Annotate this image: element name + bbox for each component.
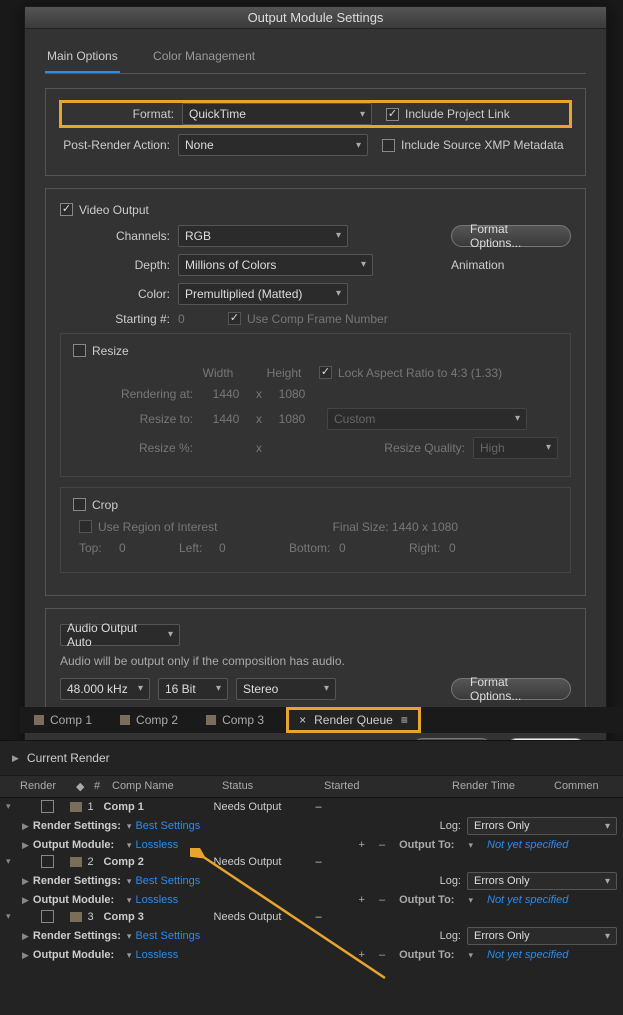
dialog-title: Output Module Settings xyxy=(25,7,606,29)
output-module-link[interactable]: Lossless xyxy=(135,894,178,906)
log-select[interactable]: Errors Only xyxy=(467,817,617,835)
add-output-icon[interactable]: + xyxy=(359,839,365,851)
log-select[interactable]: Errors Only xyxy=(467,927,617,945)
channels-label: Channels: xyxy=(60,229,170,243)
add-output-icon[interactable]: + xyxy=(359,949,365,961)
starting-num-label: Starting #: xyxy=(60,312,170,326)
output-to-link[interactable]: Not yet specified xyxy=(487,894,617,906)
queue-row[interactable]: ▾1Comp 1Needs Output– xyxy=(0,798,623,815)
audio-channels-select[interactable]: Stereo xyxy=(236,678,336,700)
video-format-options-button[interactable]: Format Options... xyxy=(451,225,571,247)
tab-main-options[interactable]: Main Options xyxy=(45,43,120,73)
tab-comp-2[interactable]: Comp 2 xyxy=(106,707,192,733)
audio-format-options-button[interactable]: Format Options... xyxy=(451,678,571,700)
lock-aspect-checkbox: Lock Aspect Ratio to 4:3 (1.33) xyxy=(319,366,502,380)
audio-rate-select[interactable]: 48.000 kHz xyxy=(60,678,150,700)
chevron-down-icon[interactable]: ▾ xyxy=(6,911,11,922)
channels-select[interactable]: RGB xyxy=(178,225,348,247)
tab-color-management[interactable]: Color Management xyxy=(151,43,257,71)
add-output-icon[interactable]: + xyxy=(359,894,365,906)
dialog-tabs: Main Options Color Management xyxy=(45,43,586,74)
resize-quality-select: High xyxy=(473,437,558,459)
queue-item: ▾3Comp 3Needs Output–▶Render Settings:▾B… xyxy=(0,908,623,963)
color-label: Color: xyxy=(60,287,170,301)
render-checkbox[interactable] xyxy=(41,855,54,868)
post-render-select[interactable]: None xyxy=(178,134,368,156)
chevron-right-icon[interactable]: ▶ xyxy=(22,895,29,906)
depth-select[interactable]: Millions of Colors xyxy=(178,254,373,276)
render-checkbox[interactable] xyxy=(41,910,54,923)
chevron-right-icon[interactable]: ▶ xyxy=(22,950,29,961)
include-xmp-checkbox[interactable]: Include Source XMP Metadata xyxy=(382,138,564,152)
remove-output-icon[interactable]: – xyxy=(379,839,385,851)
comp-swatch xyxy=(70,802,82,812)
output-to-link[interactable]: Not yet specified xyxy=(487,839,617,851)
starting-num-value: 0 xyxy=(178,312,228,326)
queue-header: Render ◆ # Comp Name Status Started Rend… xyxy=(0,776,623,798)
chevron-down-icon[interactable]: ▾ xyxy=(6,801,11,812)
queue-row[interactable]: ▾2Comp 2Needs Output– xyxy=(0,853,623,870)
color-select[interactable]: Premultiplied (Matted) xyxy=(178,283,348,305)
resize-preset-select: Custom xyxy=(327,408,527,430)
log-select[interactable]: Errors Only xyxy=(467,872,617,890)
crop-checkbox[interactable]: Crop xyxy=(73,498,118,512)
chevron-right-icon[interactable]: ▶ xyxy=(22,931,29,942)
queue-row[interactable]: ▾3Comp 3Needs Output– xyxy=(0,908,623,925)
remove-output-icon[interactable]: – xyxy=(379,894,385,906)
render-settings-link[interactable]: Best Settings xyxy=(135,875,200,887)
render-checkbox[interactable] xyxy=(41,800,54,813)
use-roi-checkbox: Use Region of Interest xyxy=(79,520,217,534)
close-icon[interactable]: × xyxy=(299,713,306,727)
render-queue-panel: ▶ Current Render Render ◆ # Comp Name St… xyxy=(0,740,623,1015)
output-module-link[interactable]: Lossless xyxy=(135,949,178,961)
depth-label: Depth: xyxy=(60,258,170,272)
comp-swatch xyxy=(70,857,82,867)
output-to-link[interactable]: Not yet specified xyxy=(487,949,617,961)
current-render-header[interactable]: ▶ Current Render xyxy=(0,741,623,776)
use-comp-frame-checkbox: Use Comp Frame Number xyxy=(228,312,388,326)
chevron-down-icon[interactable]: ▾ xyxy=(6,856,11,867)
audio-depth-select[interactable]: 16 Bit xyxy=(158,678,228,700)
render-settings-link[interactable]: Best Settings xyxy=(135,820,200,832)
menu-icon[interactable]: ≡ xyxy=(401,713,408,727)
output-module-dialog: Output Module Settings Main Options Colo… xyxy=(24,6,607,779)
include-project-link-checkbox[interactable]: Include Project Link xyxy=(386,107,510,121)
chevron-right-icon: ▶ xyxy=(12,753,19,764)
panel-tabs: Comp 1 Comp 2 Comp 3 × Render Queue ≡ xyxy=(20,707,623,733)
tab-comp-3[interactable]: Comp 3 xyxy=(192,707,278,733)
tab-render-queue[interactable]: × Render Queue ≡ xyxy=(286,707,421,733)
queue-item: ▾1Comp 1Needs Output–▶Render Settings:▾B… xyxy=(0,798,623,853)
queue-item: ▾2Comp 2Needs Output–▶Render Settings:▾B… xyxy=(0,853,623,908)
remove-output-icon[interactable]: – xyxy=(379,949,385,961)
resize-checkbox[interactable]: Resize xyxy=(73,344,129,358)
audio-note: Audio will be output only if the composi… xyxy=(60,654,571,668)
chevron-right-icon[interactable]: ▶ xyxy=(22,821,29,832)
format-select[interactable]: QuickTime xyxy=(182,103,372,125)
chevron-right-icon[interactable]: ▶ xyxy=(22,876,29,887)
post-render-label: Post-Render Action: xyxy=(60,138,170,152)
comp-swatch xyxy=(70,912,82,922)
codec-text: Animation xyxy=(451,258,571,272)
format-label: Format: xyxy=(64,107,174,121)
tab-comp-1[interactable]: Comp 1 xyxy=(20,707,106,733)
video-output-checkbox[interactable]: Video Output xyxy=(60,203,149,217)
render-settings-link[interactable]: Best Settings xyxy=(135,930,200,942)
output-module-link[interactable]: Lossless xyxy=(135,839,178,851)
audio-output-select[interactable]: Audio Output Auto xyxy=(60,624,180,646)
chevron-right-icon[interactable]: ▶ xyxy=(22,840,29,851)
